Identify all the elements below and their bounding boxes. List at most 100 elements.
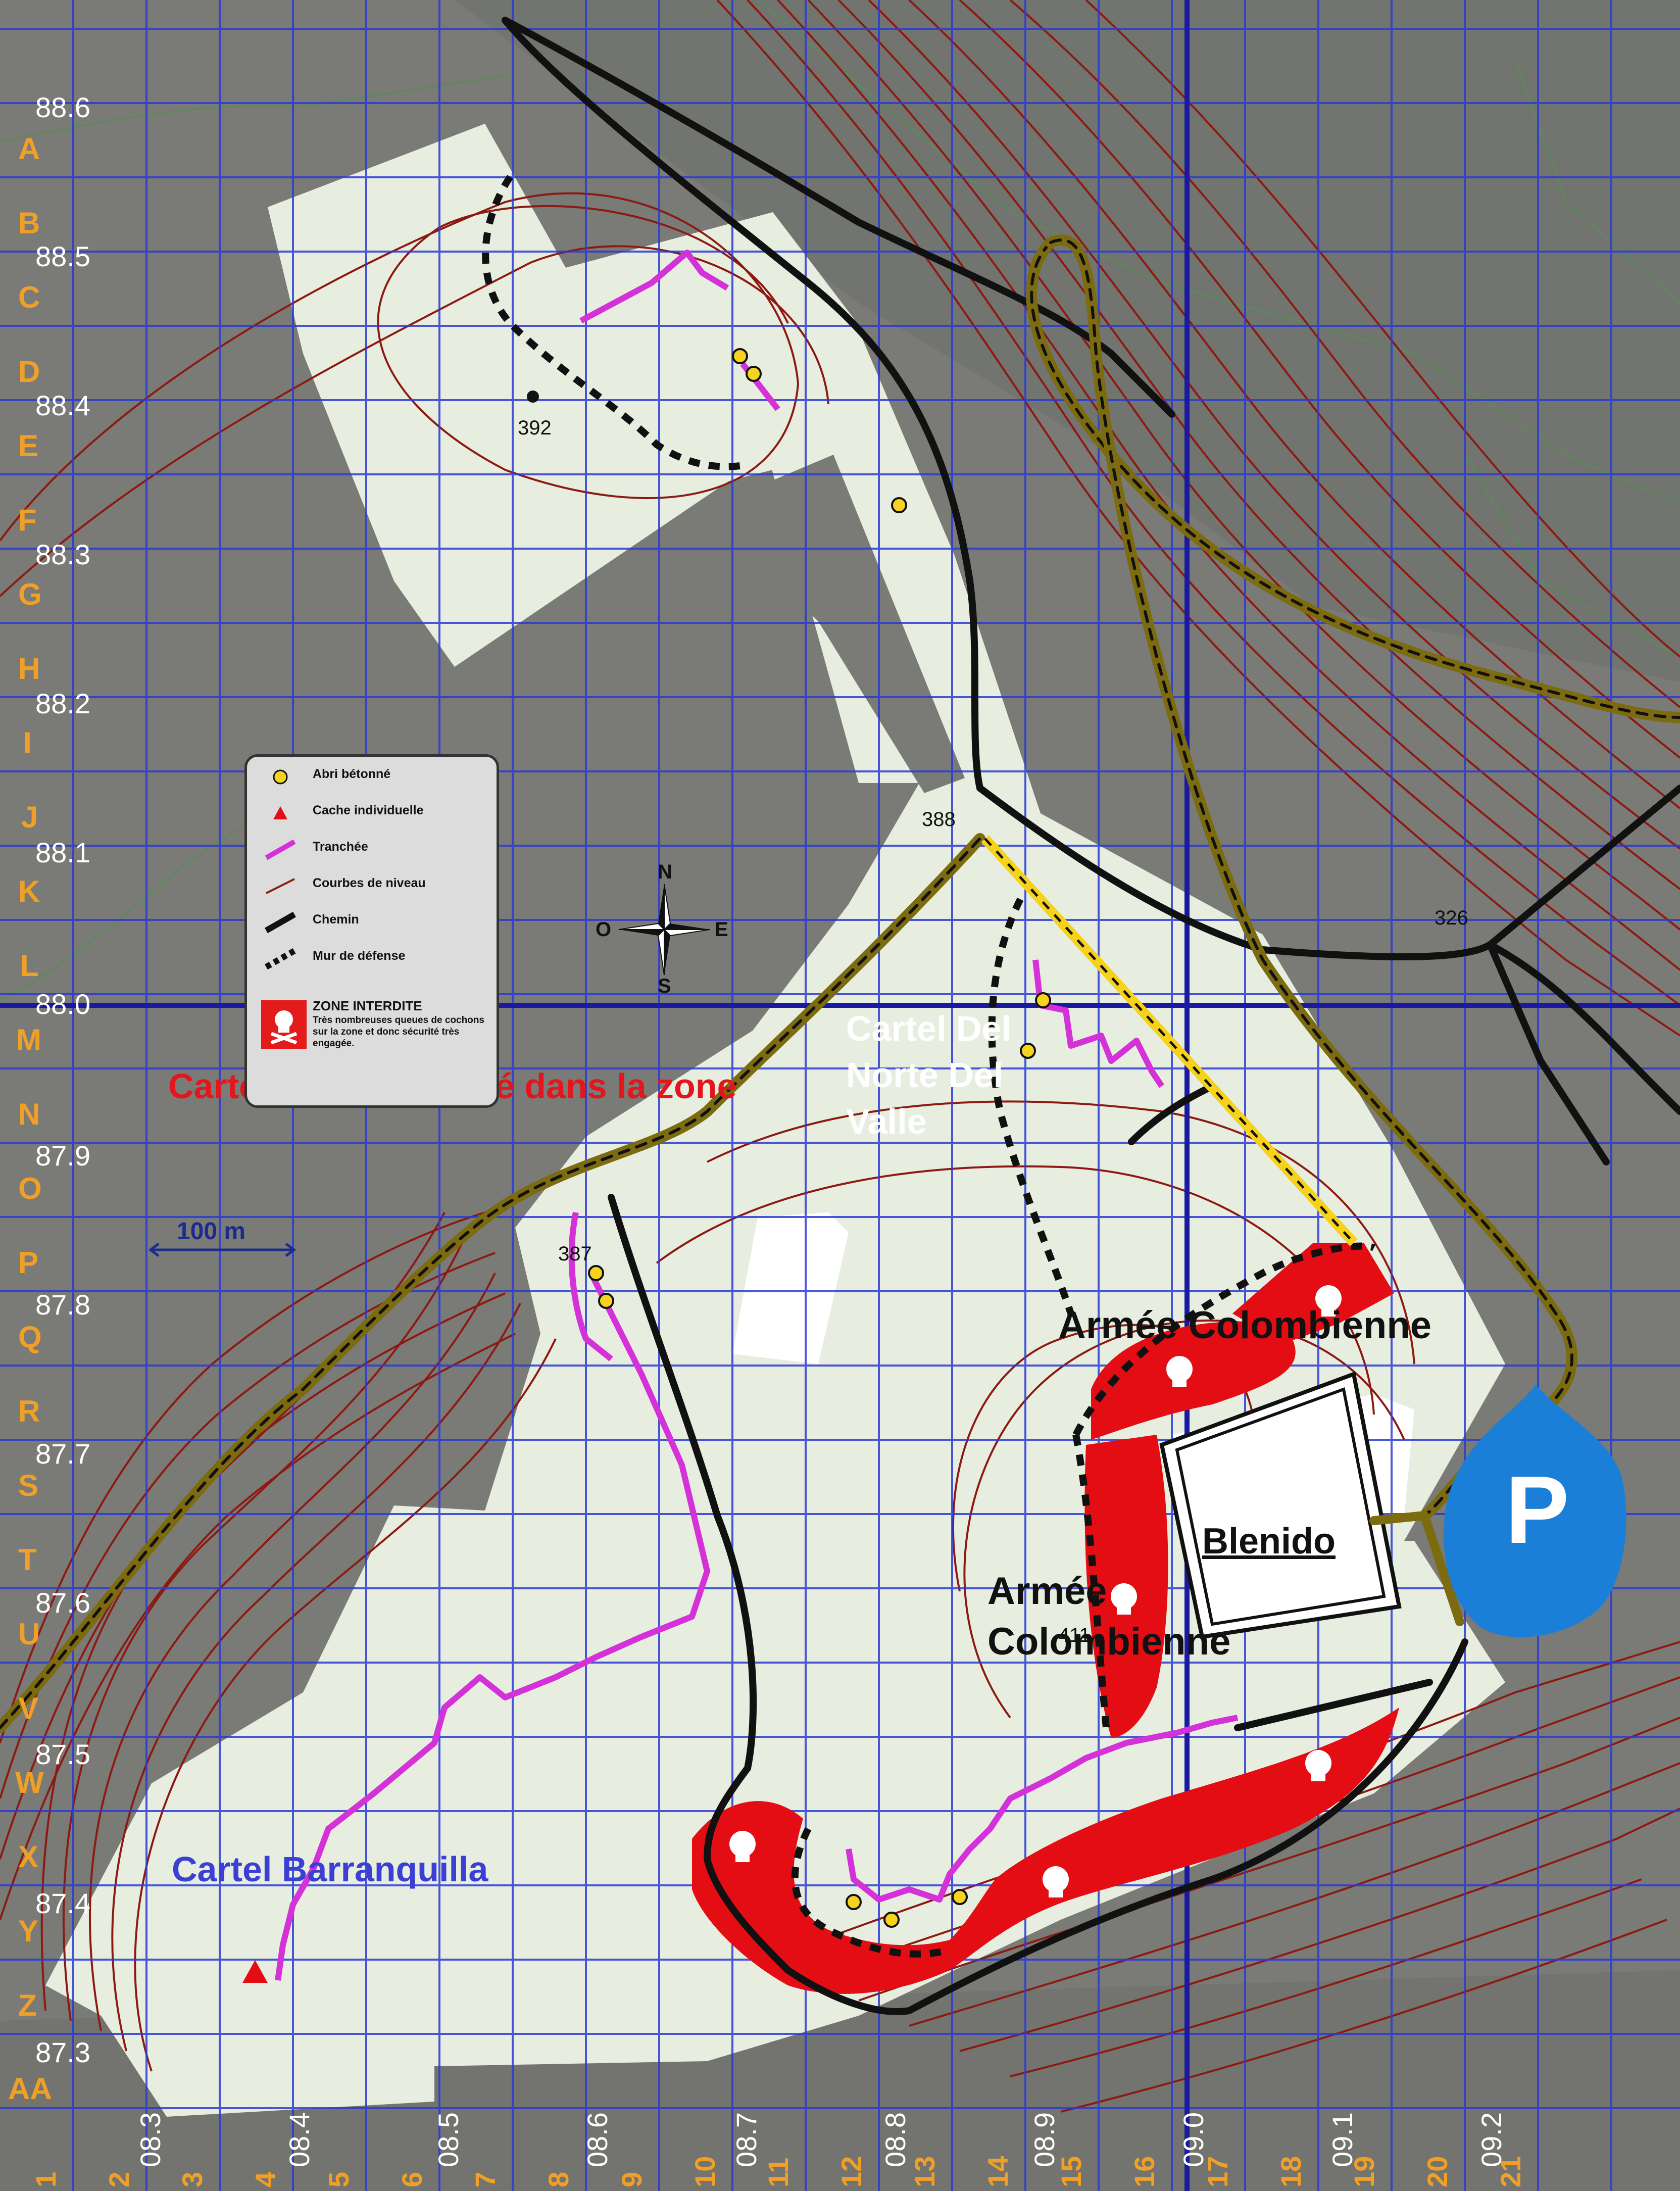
col-number: 6	[396, 2171, 428, 2187]
legend-label: Mur de défense	[313, 949, 406, 963]
legend-row: Courbes de niveau	[247, 870, 497, 900]
col-number: 16	[1128, 2156, 1160, 2187]
y-coord: 87.8	[35, 1289, 90, 1321]
spot-height-388: 388	[922, 808, 956, 831]
y-coord: 87.3	[35, 2036, 90, 2068]
label-cartel-barranquilla: Cartel Barranquilla	[172, 1849, 488, 1889]
row-letter: O	[18, 1172, 42, 1205]
row-letter: Q	[18, 1320, 42, 1354]
row-letter: W	[15, 1766, 44, 1799]
row-letter: S	[18, 1469, 39, 1502]
row-letter: F	[18, 503, 37, 537]
legend-label: Abri bétonné	[313, 767, 391, 781]
cache-icon	[273, 806, 287, 819]
col-number: 5	[323, 2171, 355, 2187]
row-letter: D	[18, 355, 40, 388]
col-number: 7	[469, 2171, 501, 2187]
row-letter: N	[18, 1097, 40, 1131]
spot-height-392: 392	[518, 417, 552, 439]
compass-north: N	[658, 861, 672, 883]
map-canvas: 88.6 88.5 88.4 88.3 88.2 88.1 88.0 87.9 …	[0, 0, 1680, 2191]
label-cartel-norte-del-valle: Cartel Del Norte Del Valle	[846, 1009, 1011, 1141]
col-number: 18	[1275, 2156, 1307, 2187]
y-coord: 88.4	[35, 389, 90, 421]
scale-bar: 100 m	[146, 1218, 298, 1258]
path-icon	[265, 911, 296, 934]
compass-rose: N S E O	[596, 861, 730, 997]
spot-392-marker	[527, 391, 539, 403]
y-coord: 87.6	[35, 1587, 90, 1619]
col-number: 8	[542, 2171, 574, 2187]
col-number: 21	[1495, 2156, 1526, 2187]
y-coord: 88.2	[35, 688, 90, 719]
col-number: 19	[1348, 2156, 1380, 2187]
row-letter: J	[21, 800, 38, 834]
label-blenido: Blenido	[1202, 1521, 1336, 1562]
row-letter: G	[18, 577, 42, 611]
row-letter: K	[18, 874, 40, 908]
col-number: 3	[176, 2171, 208, 2187]
spot-height-387: 387	[558, 1243, 592, 1265]
compass-south: S	[658, 975, 671, 997]
row-letter: L	[20, 949, 39, 983]
row-letter: H	[18, 652, 40, 686]
trench-icon	[265, 839, 296, 860]
row-letter: U	[18, 1617, 40, 1651]
row-letter: V	[18, 1691, 39, 1725]
compass-east: E	[715, 918, 728, 941]
row-letter: R	[18, 1394, 40, 1428]
col-number: 14	[982, 2156, 1014, 2187]
col-number: 20	[1421, 2156, 1453, 2187]
legend-label: Tranchée	[313, 840, 368, 854]
row-letter: X	[18, 1840, 39, 1874]
y-coord: 88.6	[35, 91, 90, 123]
legend-row: Tranchée	[247, 834, 497, 864]
row-letter: AA	[8, 2072, 52, 2106]
col-number: 2	[103, 2171, 135, 2187]
row-letter: A	[18, 132, 40, 166]
y-coord: 87.9	[35, 1140, 90, 1172]
row-letter: Z	[18, 1988, 37, 2022]
scale-arrow-icon	[148, 1243, 297, 1257]
label-armee-mid: Armée Colombienne	[987, 1570, 1231, 1663]
label-armee-top: Armée Colombienne	[1058, 1304, 1432, 1347]
col-number: 12	[835, 2156, 867, 2187]
legend-label: Chemin	[313, 912, 359, 927]
col-number: 15	[1055, 2156, 1087, 2187]
parking-letter: P	[1505, 1456, 1569, 1564]
legend-label: Courbes de niveau	[313, 876, 426, 890]
row-letter: I	[23, 726, 32, 760]
row-letter: P	[18, 1246, 39, 1280]
col-number: 10	[689, 2156, 721, 2187]
y-coord: 88.0	[35, 988, 90, 1020]
col-number: 17	[1202, 2156, 1233, 2187]
row-letter: M	[16, 1023, 41, 1057]
y-coord: 88.3	[35, 539, 90, 570]
row-letter: Y	[18, 1914, 39, 1948]
x-coord: 08.4	[283, 2112, 315, 2167]
y-coord: 87.7	[35, 1438, 90, 1470]
col-number: 11	[762, 2157, 794, 2187]
legend-row: Mur de défense	[247, 943, 497, 973]
forbidden-zone-swatch	[261, 1000, 307, 1049]
x-coord: 08.3	[134, 2112, 166, 2167]
x-coord: 08.6	[581, 2112, 613, 2167]
y-coord: 87.4	[35, 1887, 90, 1919]
bunker-icon	[273, 769, 288, 785]
spot-height-326: 326	[1435, 907, 1468, 929]
zone-description: Très nombreuses queues de cochons sur la…	[313, 1015, 484, 1049]
x-coord: 08.5	[432, 2112, 464, 2167]
legend-row: Abri bétonné	[247, 761, 497, 791]
compass-west: O	[596, 918, 612, 941]
row-letter: B	[18, 206, 40, 240]
legend-row: Chemin	[247, 906, 497, 937]
y-coord: 88.5	[35, 240, 90, 272]
col-number: 4	[250, 2171, 281, 2187]
skull-icon	[270, 1010, 298, 1045]
zone-title: ZONE INTERDITE	[313, 998, 422, 1013]
map-legend: Abri bétonné Cache individuelle Tranchée…	[244, 754, 499, 1108]
row-letter: C	[18, 280, 40, 314]
x-coord: 08.8	[879, 2112, 911, 2167]
contour-icon	[266, 878, 295, 894]
wall-icon	[265, 948, 296, 970]
